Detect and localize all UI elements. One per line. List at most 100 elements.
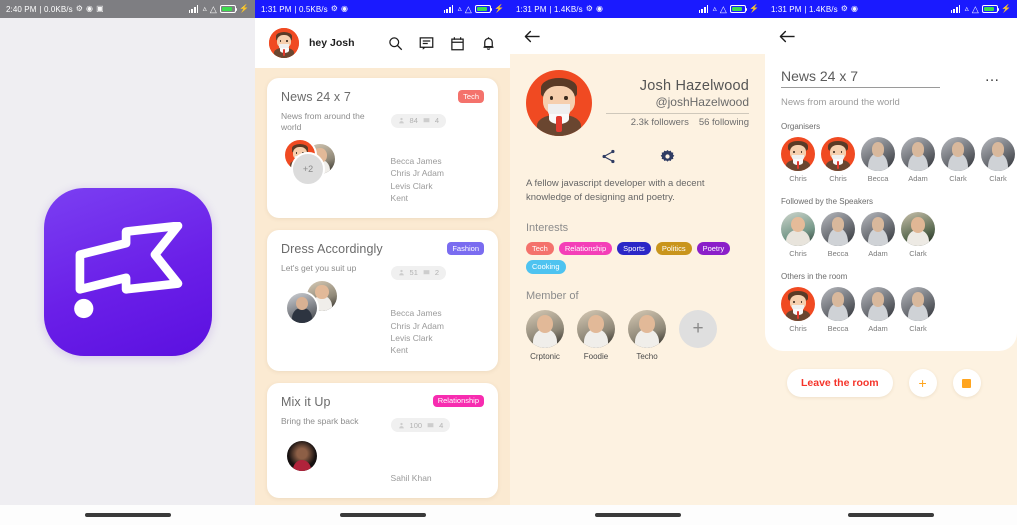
interest-chip[interactable]: Sports xyxy=(617,241,651,255)
person-item[interactable]: Adam xyxy=(901,137,935,183)
status-bar-right: ▵ △ ⚡ xyxy=(188,3,249,15)
card-member-names: Sahil Khan xyxy=(390,472,432,483)
battery-icon xyxy=(219,5,238,13)
person-item[interactable]: Chris xyxy=(781,137,815,183)
add-person-button[interactable]: + xyxy=(908,369,937,397)
group-item[interactable]: Crptonic xyxy=(526,309,564,361)
avatar xyxy=(941,137,975,171)
calendar-icon[interactable] xyxy=(450,36,465,51)
avatar[interactable] xyxy=(269,28,299,58)
interest-chip[interactable]: Poetry xyxy=(696,241,731,255)
avatar xyxy=(781,137,815,171)
avatar-stack[interactable]: +2 xyxy=(281,137,387,186)
section-label-organisers: Organisers xyxy=(781,122,821,131)
avatar xyxy=(577,309,615,348)
more-options-icon[interactable]: … xyxy=(985,68,1002,84)
avatar-stack[interactable] xyxy=(281,278,387,325)
signal-icon xyxy=(698,5,710,13)
card-stats: 100 4 xyxy=(390,418,451,432)
location-icon: ◉ xyxy=(851,4,859,13)
share-icon[interactable] xyxy=(601,149,616,164)
search-icon[interactable] xyxy=(388,36,403,51)
interest-chip[interactable]: Politics xyxy=(655,241,692,255)
comment-count: 2 xyxy=(434,268,440,278)
volte-icon: ▵ xyxy=(712,4,717,13)
person-item[interactable]: Clark xyxy=(941,137,975,183)
group-label: Techo xyxy=(636,351,658,361)
avatar xyxy=(861,287,895,321)
leave-room-button[interactable]: Leave the room xyxy=(787,369,893,397)
interests-list: Tech Relationship Sports Politics Poetry… xyxy=(526,241,749,274)
person-icon xyxy=(398,422,404,428)
charging-icon: ⚡ xyxy=(493,4,504,13)
status-time: 1:31 PM xyxy=(516,4,547,14)
group-item[interactable]: Foodie xyxy=(577,309,615,361)
wifi-icon: △ xyxy=(209,3,217,14)
avatar xyxy=(526,70,592,136)
people-count: 51 xyxy=(409,268,418,278)
room-title: News 24 x 7 xyxy=(781,68,859,84)
room-title-wrap: News 24 x 7 xyxy=(781,68,985,88)
wifi-icon: △ xyxy=(464,3,472,14)
comment-count: 4 xyxy=(434,116,440,125)
person-item[interactable]: Clark xyxy=(981,137,1015,183)
people-count: 84 xyxy=(409,116,418,125)
interest-chip[interactable]: Tech xyxy=(526,241,554,255)
card-header: Dress Accordingly Fashion xyxy=(281,242,484,256)
person-item[interactable]: Clark xyxy=(901,212,935,258)
person-item[interactable]: Adam xyxy=(861,287,895,333)
status-bar: 1:31 PM | 1.4KB/s ⚙ ◉ ▵ △ ⚡ xyxy=(510,0,765,18)
person-item[interactable]: Clark xyxy=(901,287,935,333)
card-stats: 84 4 xyxy=(390,113,447,128)
person-item[interactable]: Adam xyxy=(861,212,895,258)
avatar-stack[interactable] xyxy=(281,431,387,477)
person-item[interactable]: Becca xyxy=(861,137,895,183)
add-group-button[interactable]: + xyxy=(679,309,717,361)
bell-icon[interactable] xyxy=(481,36,496,51)
wifi-icon: △ xyxy=(971,3,979,14)
profile-handle: @joshHazelwood xyxy=(655,95,749,109)
mascot-avatar-icon xyxy=(821,137,855,171)
status-bar-left: 1:31 PM | 0.5KB/s ⚙ ◉ xyxy=(261,5,348,14)
person-item[interactable]: Becca xyxy=(821,287,855,333)
feed-card[interactable]: Mix it Up Relationship Bring the spark b… xyxy=(267,382,498,498)
charging-icon: ⚡ xyxy=(748,4,759,13)
avatar xyxy=(628,309,666,348)
gear-icon[interactable] xyxy=(660,149,675,164)
card-header: Mix it Up Relationship xyxy=(281,394,484,409)
person-item[interactable]: Chris xyxy=(781,212,815,258)
signal-icon xyxy=(443,5,455,13)
person-icon xyxy=(398,270,404,276)
screen-feed: 1:31 PM | 0.5KB/s ⚙ ◉ ▵ △ ⚡ hey Josh New… xyxy=(255,0,510,525)
splash-body xyxy=(0,18,255,525)
feed-card[interactable]: News 24 x 7 Tech News from around the wo… xyxy=(267,78,498,219)
card-title: News 24 x 7 xyxy=(281,90,351,104)
person-name: Clark xyxy=(989,174,1007,183)
feed-card[interactable]: Dress Accordingly Fashion Let's get you … xyxy=(267,230,498,371)
profile-bio: A fellow javascript developer with a dec… xyxy=(526,178,705,204)
person-name: Adam xyxy=(868,324,888,333)
person-item[interactable]: Chris xyxy=(781,287,815,333)
sync-icon: ⚙ xyxy=(840,4,848,13)
group-item[interactable]: Techo xyxy=(628,309,666,361)
person-name: Chris xyxy=(789,324,807,333)
location-icon: ◉ xyxy=(596,4,604,13)
interest-chip[interactable]: Relationship xyxy=(558,241,613,255)
card-stats: 51 2 xyxy=(390,265,447,280)
profile-header: Josh Hazelwood @joshHazelwood 2.3k follo… xyxy=(526,70,749,136)
chat-icon[interactable] xyxy=(419,36,434,51)
avatar xyxy=(781,287,815,321)
person-item[interactable]: Chris xyxy=(821,137,855,183)
status-bar-right: ▵ △ ⚡ xyxy=(443,3,504,15)
section-label-followed: Followed by the Speakers xyxy=(781,197,874,206)
group-label: Crptonic xyxy=(530,351,560,361)
person-item[interactable]: Becca xyxy=(821,212,855,258)
stop-button[interactable] xyxy=(952,369,981,397)
back-arrow-icon[interactable] xyxy=(524,29,541,44)
mascot-avatar-icon xyxy=(781,287,815,321)
interest-chip[interactable]: Cooking xyxy=(526,260,566,274)
card-subtitle: News from around the world xyxy=(281,111,365,133)
divider xyxy=(606,113,749,114)
person-name: Adam xyxy=(908,174,928,183)
back-arrow-icon[interactable] xyxy=(779,29,796,44)
